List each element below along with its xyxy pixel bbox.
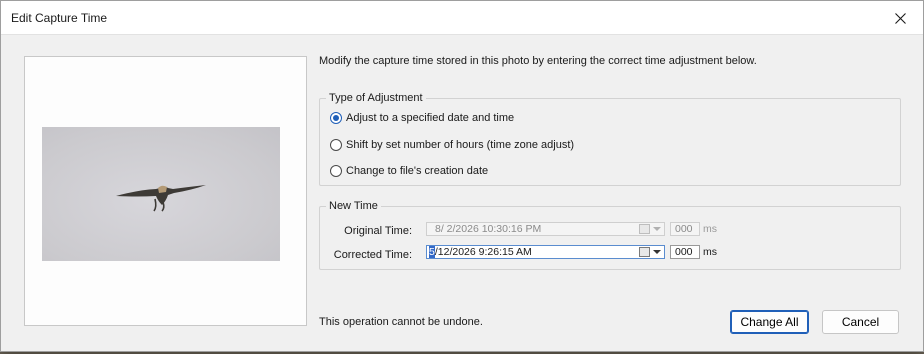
radio-file-creation-date[interactable]: Change to file's creation date — [330, 165, 488, 177]
close-icon — [894, 12, 906, 24]
radio-shift-hours[interactable]: Shift by set number of hours (time zone … — [330, 139, 574, 151]
radio-label: Change to file's creation date — [346, 165, 489, 177]
photo-thumbnail — [42, 127, 280, 261]
chevron-down-icon[interactable] — [653, 250, 661, 254]
radio-button[interactable] — [330, 165, 342, 177]
instruction-text: Modify the capture time stored in this p… — [319, 55, 757, 67]
photo-preview-panel — [24, 56, 307, 326]
calendar-icon[interactable] — [639, 247, 650, 257]
corrected-ms-field[interactable]: 000 — [670, 245, 700, 259]
cancel-button[interactable]: Cancel — [822, 310, 899, 334]
bird-image — [116, 185, 206, 212]
title-bar: Edit Capture Time — [1, 1, 923, 35]
adjustment-type-legend: Type of Adjustment — [326, 92, 426, 104]
corrected-time-value[interactable]: /12/2026 9:26:15 AM — [435, 246, 532, 258]
calendar-icon — [639, 224, 650, 234]
radio-button[interactable] — [330, 139, 342, 151]
corrected-time-picker[interactable]: 5 /12/2026 9:26:15 AM — [426, 245, 665, 259]
corrected-ms-unit: ms — [703, 246, 717, 258]
original-time-label: Original Time: — [344, 225, 412, 237]
dialog-title: Edit Capture Time — [11, 11, 108, 25]
original-time-picker: 8/ 2/2026 10:30:16 PM — [426, 222, 665, 236]
chevron-down-icon — [653, 227, 661, 231]
close-button[interactable] — [877, 1, 923, 35]
original-time-value: 8/ 2/2026 10:30:16 PM — [435, 223, 542, 235]
radio-label: Adjust to a specified date and time — [346, 112, 515, 124]
new-time-legend: New Time — [326, 200, 381, 212]
corrected-time-label: Corrected Time: — [333, 249, 412, 261]
warning-text: This operation cannot be undone. — [319, 316, 483, 328]
original-ms-field: 000 — [670, 222, 700, 236]
edit-capture-time-dialog: Edit Capture Time Modify the capture tim… — [0, 0, 924, 352]
change-all-button[interactable]: Change All — [730, 310, 809, 334]
radio-button-checked[interactable] — [330, 112, 342, 124]
original-ms-unit: ms — [703, 223, 717, 235]
adjustment-type-group: Type of Adjustment Adjust to a specified… — [319, 92, 901, 186]
radio-label: Shift by set number of hours (time zone … — [346, 139, 575, 151]
radio-adjust-specified[interactable]: Adjust to a specified date and time — [330, 112, 514, 124]
